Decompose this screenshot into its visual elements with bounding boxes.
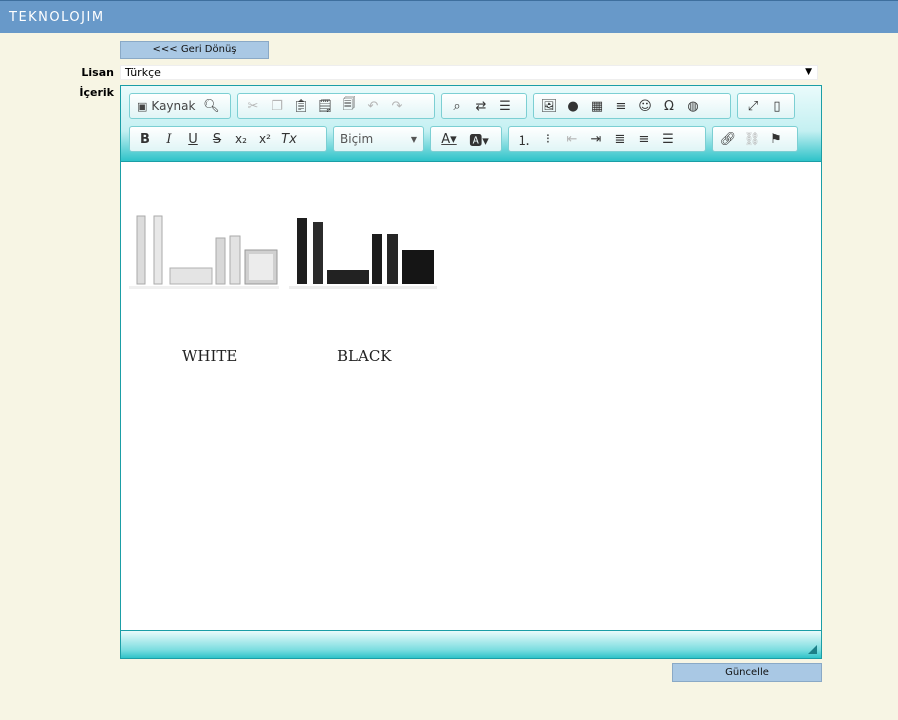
redo-icon[interactable]: ↷	[385, 95, 409, 117]
italic-icon[interactable]: I	[157, 128, 181, 150]
undo-icon[interactable]: ↶	[361, 95, 385, 117]
caret-down-icon: ▼	[805, 67, 812, 77]
source-group: ▣ Kaynak 🔍︎	[129, 93, 231, 119]
white-speakers-image	[129, 215, 279, 289]
remove-format-icon[interactable]: Tx	[277, 128, 301, 150]
text-color-icon[interactable]: A▾	[434, 128, 464, 150]
underline-icon[interactable]: U	[181, 128, 205, 150]
maximize-icon[interactable]: ⤢	[741, 95, 765, 117]
find-icon[interactable]: ⌕	[445, 95, 469, 117]
replace-icon[interactable]: ⇄	[469, 95, 493, 117]
outdent-icon[interactable]: ⇤	[560, 128, 584, 150]
select-all-icon[interactable]: ☰	[493, 95, 517, 117]
format-combo[interactable]: Biçim ▼	[333, 126, 424, 152]
bold-icon[interactable]: B	[133, 128, 157, 150]
horizontal-line-icon[interactable]: ≡	[609, 95, 633, 117]
dropdown-arrow-icon: ▼	[410, 134, 417, 144]
source-label: Kaynak	[151, 99, 196, 113]
anchor-flag-icon[interactable]: ⚑	[764, 128, 788, 150]
editor-content-area[interactable]: WHITE BLACK	[121, 162, 821, 632]
flash-icon[interactable]: ●	[561, 95, 585, 117]
bulleted-list-icon[interactable]: ⁝	[536, 128, 560, 150]
image-icon[interactable]: 🖼︎	[537, 95, 561, 117]
align-center-icon[interactable]: ≡	[632, 128, 656, 150]
align-right-icon[interactable]: ☰	[656, 128, 680, 150]
source-icon: ▣	[137, 99, 148, 113]
source-button[interactable]: ▣ Kaynak	[133, 95, 199, 117]
table-icon[interactable]: ▦	[585, 95, 609, 117]
insert-group: 🖼︎ ● ▦ ≡ ☺ Ω ◍	[533, 93, 731, 119]
superscript-icon[interactable]: x²	[253, 128, 277, 150]
logo: TEKNOLOJIM	[9, 10, 105, 25]
numbered-list-icon[interactable]: ⒈	[512, 128, 536, 150]
rich-text-editor: ▣ Kaynak 🔍︎ ✂ ❐ 📋︎ 🗒︎ 🗐︎ ↶ ↷ ⌕ ⇄ ☰ 🖼︎ ● …	[120, 85, 822, 659]
resize-handle-icon[interactable]	[808, 645, 817, 654]
top-header: TEKNOLOJIM	[0, 0, 898, 33]
language-select[interactable]: Türkçe ▼	[120, 65, 818, 80]
indent-icon[interactable]: ⇥	[584, 128, 608, 150]
smiley-icon[interactable]: ☺	[633, 95, 657, 117]
paste-word-icon[interactable]: 🗐︎	[337, 95, 361, 117]
copy-icon[interactable]: ❐	[265, 95, 289, 117]
format-label: Biçim	[340, 132, 374, 146]
language-select-value: Türkçe	[125, 66, 161, 79]
preview-icon[interactable]: 🔍︎	[199, 95, 223, 117]
paragraph-group: ⒈ ⁝ ⇤ ⇥ ≣ ≡ ☰	[508, 126, 706, 152]
find-group: ⌕ ⇄ ☰	[441, 93, 527, 119]
black-speakers-image	[289, 218, 437, 289]
content-label: İçerik	[79, 86, 114, 99]
cut-icon[interactable]: ✂	[241, 95, 265, 117]
paste-text-icon[interactable]: 🗒︎	[313, 95, 337, 117]
link-group: 🔗︎ ⛓ ⚑	[712, 126, 798, 152]
link-icon[interactable]: 🔗︎	[716, 128, 740, 150]
update-button[interactable]: Güncelle	[672, 663, 822, 682]
special-char-icon[interactable]: Ω	[657, 95, 681, 117]
caption-white: WHITE	[182, 347, 238, 365]
color-group: A▾ 🅰︎▾	[430, 126, 502, 152]
caption-black: BLACK	[337, 347, 392, 365]
editor-statusbar	[121, 630, 821, 658]
iframe-icon[interactable]: ◍	[681, 95, 705, 117]
unlink-icon[interactable]: ⛓	[740, 128, 764, 150]
back-button[interactable]: <<< Geri Dönüş	[120, 41, 269, 59]
clipboard-group: ✂ ❐ 📋︎ 🗒︎ 🗐︎ ↶ ↷	[237, 93, 435, 119]
align-left-icon[interactable]: ≣	[608, 128, 632, 150]
subscript-icon[interactable]: x₂	[229, 128, 253, 150]
language-label: Lisan	[81, 66, 114, 79]
strike-icon[interactable]: S	[205, 128, 229, 150]
basic-style-group: B I U S x₂ x² Tx	[129, 126, 327, 152]
paste-icon[interactable]: 📋︎	[289, 95, 313, 117]
view-group: ⤢ ▯	[737, 93, 795, 119]
show-blocks-icon[interactable]: ▯	[765, 95, 789, 117]
editor-toolbar: ▣ Kaynak 🔍︎ ✂ ❐ 📋︎ 🗒︎ 🗐︎ ↶ ↷ ⌕ ⇄ ☰ 🖼︎ ● …	[121, 86, 821, 162]
bg-color-icon[interactable]: 🅰︎▾	[464, 128, 494, 150]
